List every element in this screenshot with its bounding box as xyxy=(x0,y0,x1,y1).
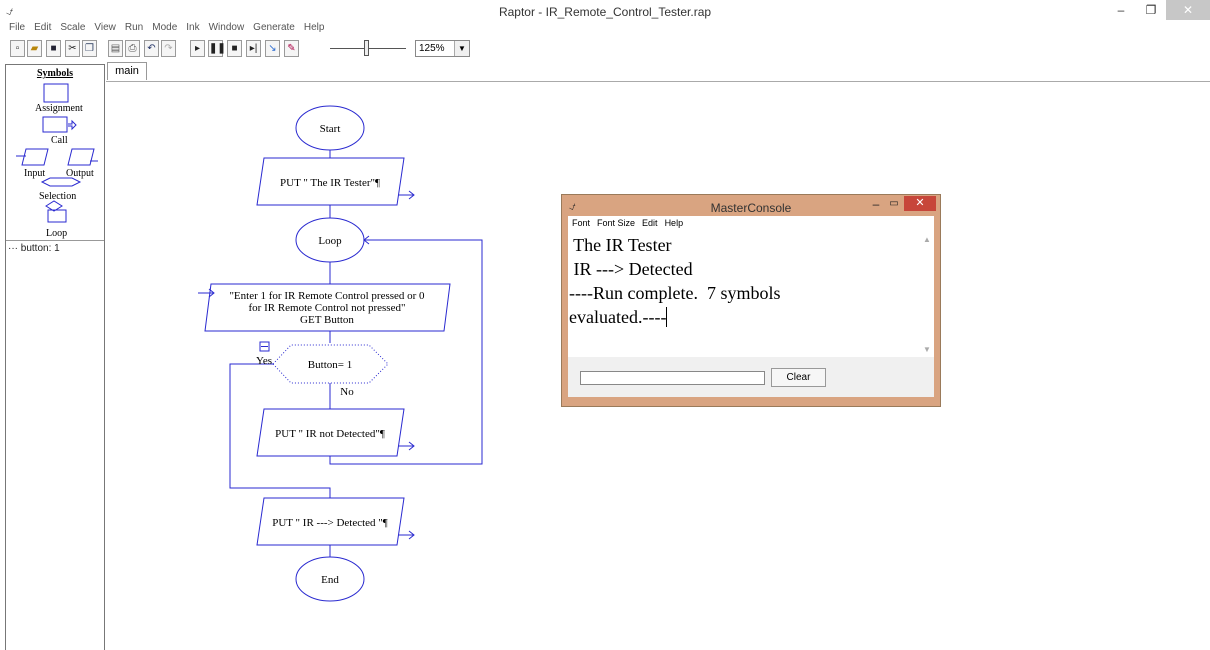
selection-symbol-icon[interactable] xyxy=(40,177,82,187)
step-icon[interactable]: ▸| xyxy=(246,40,261,57)
console-menu-bar: Font Font Size Edit Help xyxy=(568,216,934,231)
selection-label: Selection xyxy=(39,191,77,202)
print-icon[interactable]: ⎙ xyxy=(125,40,140,57)
console-menu-font[interactable]: Font xyxy=(572,216,590,231)
toolbar: ▫ ▰ ■ ✂ ❐ ▤ ⎙ ↶ ↷ ▸ ❚❚ ■ ▸| ↘ ✎ 125% ▼ xyxy=(0,38,1210,60)
variable-value: button: 1 xyxy=(20,243,60,254)
input-symbol-icon[interactable] xyxy=(16,148,49,166)
menu-bar: File Edit Scale View Run Mode Ink Window… xyxy=(0,22,324,37)
console-menu-help[interactable]: Help xyxy=(665,216,684,231)
input-prompt-line2: for IR Remote Control not pressed" xyxy=(249,302,406,314)
pen-icon[interactable]: ✎ xyxy=(284,40,299,57)
window-title: Raptor - IR_Remote_Control_Tester.rap xyxy=(498,5,712,19)
yes-label: Yes xyxy=(256,355,272,367)
step-into-icon[interactable]: ↘ xyxy=(265,40,280,57)
call-symbol-icon[interactable] xyxy=(42,116,77,133)
output-arrow-icon xyxy=(398,190,415,200)
symbols-palette xyxy=(16,83,98,223)
paste-icon[interactable]: ▤ xyxy=(108,40,123,57)
redo-icon[interactable]: ↷ xyxy=(161,40,176,57)
copy-icon[interactable]: ❐ xyxy=(82,40,97,57)
put1-label: PUT " The IR Tester"¶ xyxy=(280,177,380,189)
pause-icon[interactable]: ❚❚ xyxy=(208,40,226,57)
console-minimize-button[interactable]: – xyxy=(867,197,885,213)
console-line: ----Run complete. 7 symbols xyxy=(569,283,781,303)
end-label: End xyxy=(321,574,339,586)
console-bottom-bar: Clear xyxy=(568,357,934,397)
chevron-down-icon[interactable]: ▼ xyxy=(454,41,469,56)
input-arrow-icon xyxy=(198,288,215,298)
zoom-value: 125% xyxy=(419,43,445,54)
menu-help[interactable]: Help xyxy=(304,22,325,37)
output-symbol-icon[interactable] xyxy=(67,148,98,166)
clear-button[interactable]: Clear xyxy=(771,368,826,387)
input-prompt-line1: "Enter 1 for IR Remote Control pressed o… xyxy=(229,290,425,302)
stop-icon[interactable]: ■ xyxy=(227,40,242,57)
window-controls: – ❐ ✕ xyxy=(1106,0,1210,20)
tab-main[interactable]: main xyxy=(107,62,147,80)
loop-symbol-icon[interactable] xyxy=(45,200,67,223)
menu-ink[interactable]: Ink xyxy=(186,22,199,37)
palette-divider xyxy=(6,240,104,241)
put2-label: PUT " IR not Detected"¶ xyxy=(275,428,385,440)
text-caret xyxy=(666,307,668,327)
no-label: No xyxy=(340,386,354,398)
minimize-button[interactable]: – xyxy=(1106,0,1136,20)
run-icon[interactable]: ▸ xyxy=(190,40,205,57)
symbols-panel: Symbols Assignment Call Input Output Sel… xyxy=(5,64,105,650)
menu-window[interactable]: Window xyxy=(209,22,245,37)
loop-label: Loop xyxy=(46,228,68,239)
menu-file[interactable]: File xyxy=(9,22,25,37)
loop-label: Loop xyxy=(318,235,342,247)
console-output[interactable]: The IR Tester IR ---> Detected ----Run c… xyxy=(568,231,934,357)
undo-icon[interactable]: ↶ xyxy=(144,40,159,57)
assignment-label: Assignment xyxy=(35,103,83,114)
title-bar: ⍻ Raptor - IR_Remote_Control_Tester.rap … xyxy=(0,0,1210,22)
new-file-icon[interactable]: ▫ xyxy=(10,40,25,57)
console-menu-edit[interactable]: Edit xyxy=(642,216,658,231)
console-line: The IR Tester xyxy=(569,235,672,255)
master-console-window: ⍻ MasterConsole – ▭ ✕ Font Font Size Edi… xyxy=(561,194,941,407)
scroll-down-icon[interactable]: ▼ xyxy=(923,345,931,354)
variable-tree-item[interactable]: ··· button: 1 xyxy=(8,243,60,254)
output-arrow-icon xyxy=(398,441,415,451)
put3-label: PUT " IR ---> Detected "¶ xyxy=(272,517,388,529)
console-command-input[interactable] xyxy=(580,371,765,385)
cut-icon[interactable]: ✂ xyxy=(65,40,80,57)
menu-run[interactable]: Run xyxy=(125,22,143,37)
condition-label: Button= 1 xyxy=(308,359,352,371)
menu-generate[interactable]: Generate xyxy=(253,22,295,37)
menu-scale[interactable]: Scale xyxy=(60,22,85,37)
maximize-button[interactable]: ❐ xyxy=(1136,0,1166,20)
console-line: IR ---> Detected xyxy=(569,259,693,279)
console-close-button[interactable]: ✕ xyxy=(904,196,936,211)
output-arrow-icon xyxy=(398,530,415,540)
speed-slider-thumb[interactable] xyxy=(364,40,369,56)
console-last-line: evaluated.---- xyxy=(569,305,920,329)
input-get-line: GET Button xyxy=(300,314,354,326)
close-button[interactable]: ✕ xyxy=(1166,0,1210,20)
assignment-symbol-icon[interactable] xyxy=(43,83,69,103)
save-icon[interactable]: ■ xyxy=(46,40,61,57)
open-folder-icon[interactable]: ▰ xyxy=(27,40,42,57)
menu-edit[interactable]: Edit xyxy=(34,22,51,37)
scroll-up-icon[interactable]: ▲ xyxy=(923,235,931,244)
input-label: Input xyxy=(24,168,46,179)
console-maximize-button[interactable]: ▭ xyxy=(885,197,903,213)
menu-mode[interactable]: Mode xyxy=(152,22,177,37)
zoom-select[interactable]: 125% ▼ xyxy=(415,40,470,57)
console-menu-font-size[interactable]: Font Size xyxy=(597,216,635,231)
output-label: Output xyxy=(66,168,94,179)
console-line: evaluated.---- xyxy=(569,307,667,327)
call-label: Call xyxy=(51,135,68,146)
menu-view[interactable]: View xyxy=(94,22,116,37)
start-label: Start xyxy=(320,123,341,135)
